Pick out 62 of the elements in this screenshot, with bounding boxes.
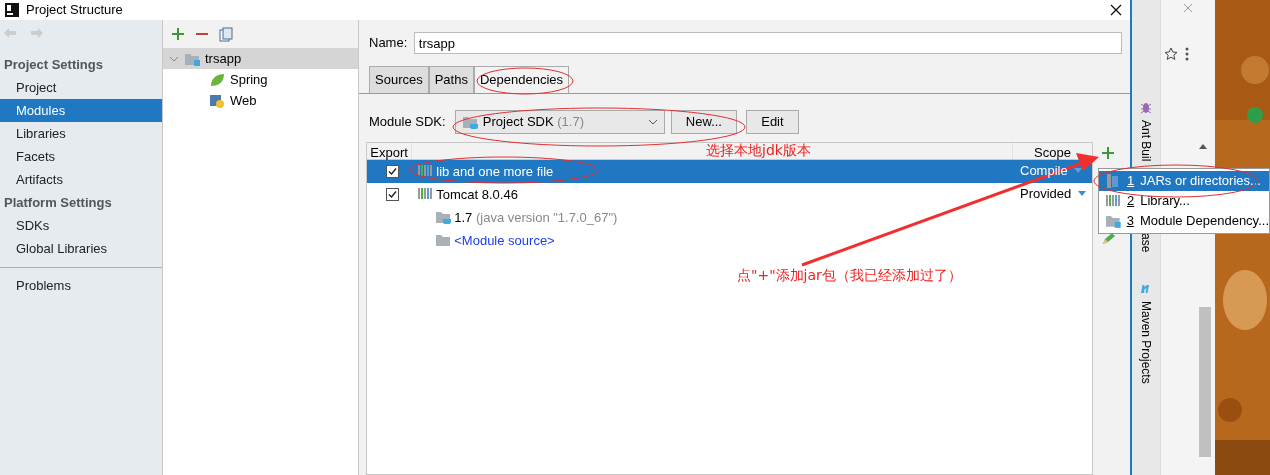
dependency-row[interactable]: <Module source> — [367, 228, 1092, 252]
copy-icon[interactable] — [219, 26, 233, 42]
dependency-name: <Module source> — [454, 232, 555, 248]
dependency-row[interactable]: 1.7 (java version "1.7.0_67") — [367, 205, 1092, 229]
name-field[interactable]: trsapp — [413, 32, 1122, 54]
sidebar-item[interactable]: Facets — [0, 145, 162, 168]
tab[interactable]: Paths — [428, 66, 474, 93]
add-icon[interactable] — [171, 27, 185, 41]
library-icon — [417, 186, 433, 202]
tree-item[interactable]: Web — [163, 90, 358, 111]
sidebar-item[interactable]: Artifacts — [0, 168, 162, 191]
checkbox[interactable] — [385, 164, 399, 178]
library-icon — [1105, 193, 1121, 209]
tree-item[interactable]: Spring — [163, 69, 358, 90]
dropdown-arrow-icon[interactable] — [1074, 168, 1083, 174]
sidebar-item[interactable]: Global Libraries — [0, 237, 162, 260]
library-icon — [417, 163, 433, 179]
menu-item[interactable]: 2 Library... — [1099, 191, 1269, 211]
window-title: Project Structure — [26, 1, 123, 20]
sidebar-item[interactable]: Libraries — [0, 122, 162, 145]
sdk-button[interactable]: Edit — [746, 109, 799, 134]
sidebar-item[interactable]: Problems — [0, 274, 162, 297]
sdk-button[interactable]: New... — [670, 109, 737, 134]
star-icon[interactable] — [1164, 47, 1179, 61]
annotation-text: 点"+"添加jar包（我已经添加过了） — [737, 266, 962, 285]
tool-window-tab[interactable]: ase — [1137, 233, 1155, 253]
leaf-icon — [209, 71, 225, 88]
annotation-text: 选择本地jdk版本 — [706, 141, 811, 160]
sdk-folder-icon — [435, 209, 451, 225]
folder-icon — [435, 232, 451, 248]
bug-icon — [1140, 100, 1152, 114]
sidebar-item[interactable]: Modules — [0, 99, 162, 122]
menu-item[interactable]: 1 JARs or directories... — [1099, 171, 1269, 191]
more-icon[interactable] — [1184, 47, 1189, 61]
web-icon — [209, 92, 225, 109]
sidebar-item[interactable]: Project — [0, 76, 162, 99]
checkbox[interactable] — [385, 187, 399, 201]
scope-value: Provided — [1020, 185, 1072, 204]
add-icon[interactable] — [1100, 145, 1115, 160]
dependency-name: Tomcat 8.0.46 — [436, 186, 518, 202]
jar-icon — [1105, 173, 1121, 189]
scroll-up-icon[interactable] — [1199, 144, 1207, 149]
tool-window-tab[interactable]: Maven Projects — [1137, 300, 1155, 384]
tab[interactable]: Dependencies — [473, 66, 570, 93]
section-heading: Platform Settings — [3, 194, 113, 212]
dependency-name: 1.7 (java version "1.7.0_67") — [454, 209, 618, 225]
dependency-row[interactable]: Tomcat 8.0.46 Provided — [367, 182, 1092, 206]
close-icon[interactable] — [1110, 4, 1122, 16]
dependency-name: lib and one more file — [436, 163, 554, 179]
field-label: Name: — [369, 34, 408, 53]
tree-item[interactable]: trsapp — [163, 48, 358, 69]
column-header: Export — [367, 142, 413, 159]
tool-window-tab[interactable]: Ant Buil — [1137, 120, 1155, 162]
sidebar-item[interactable]: SDKs — [0, 214, 162, 237]
section-heading: Project Settings — [3, 56, 104, 74]
dropdown-arrow-icon[interactable] — [1077, 191, 1086, 197]
tab[interactable]: Sources — [369, 66, 429, 93]
chevron-down-icon — [647, 117, 658, 126]
menu-item[interactable]: 3 Module Dependency... — [1099, 211, 1269, 231]
sdk-dropdown[interactable]: Project SDK (1.7) — [454, 109, 665, 134]
field-label: Module SDK: — [369, 112, 446, 131]
module-folder-icon — [1105, 213, 1121, 229]
